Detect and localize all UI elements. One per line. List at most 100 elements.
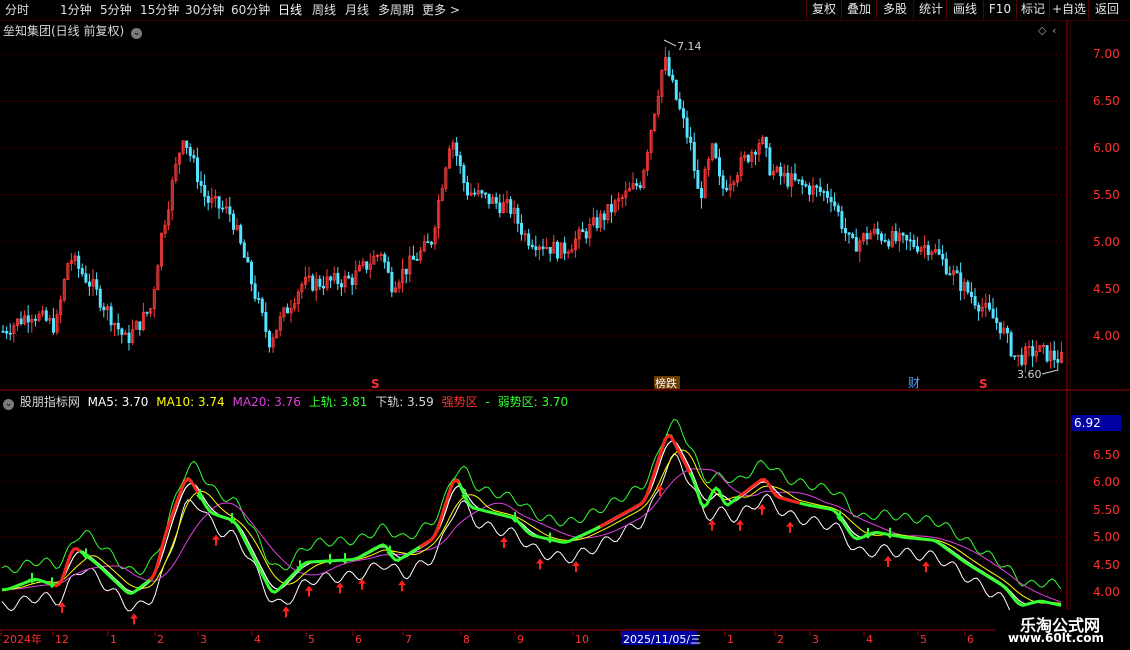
candle-body (556, 241, 560, 259)
candle-body (847, 232, 851, 235)
buy-arrow-icon (736, 519, 744, 531)
date-axis: 2024年 12 1 2 3 4 5 6 7 8 9 10 2025/11/05/三 1 2 3 4 5 6 (0, 631, 974, 646)
candle-body (876, 228, 880, 235)
candle-body (465, 182, 469, 196)
candle-body (563, 242, 567, 254)
candle-body (116, 322, 120, 330)
date-label: 12 (55, 633, 69, 646)
candle-body (887, 240, 891, 247)
candle-body (415, 259, 419, 261)
chevron-down-icon[interactable]: ⌄ (3, 399, 14, 410)
candle-body (635, 183, 639, 186)
candle-body (944, 258, 948, 275)
buy-arrow-icon (282, 606, 290, 618)
candle-body (1045, 345, 1049, 362)
candle-body (584, 231, 588, 239)
candle-body (188, 147, 192, 156)
candle-body (995, 317, 999, 324)
buy-arrow-icon (922, 561, 930, 573)
candle-body (350, 277, 354, 285)
lower-band-value: 下轨: 3.59 (375, 395, 434, 409)
upper-band-line (1, 418, 1062, 590)
buy-arrow-icon (572, 561, 580, 573)
candle-body (260, 298, 264, 313)
candle-body (700, 188, 704, 199)
main-grid (0, 53, 1067, 337)
chevron-left-icon[interactable]: ‹ (1052, 24, 1056, 37)
candle-body (206, 195, 210, 203)
candle-body (34, 318, 38, 321)
date-label: 6 (355, 633, 362, 646)
price-tick: 4.50 (1093, 282, 1120, 296)
candle-body (487, 193, 491, 204)
candle-body (44, 310, 48, 321)
strong-zone-line (148, 477, 200, 581)
indicator-lines (1, 418, 1062, 627)
candle-body (192, 155, 196, 159)
candle-body (455, 142, 459, 157)
candle-body (851, 233, 855, 238)
candle-body (610, 204, 614, 213)
chevron-down-icon[interactable]: ⌄ (131, 28, 143, 39)
date-label: 2024年 (3, 632, 42, 646)
candle-body (473, 192, 477, 195)
price-tick: 7.00 (1093, 47, 1120, 61)
candle-body (267, 331, 271, 348)
candle-body (941, 253, 945, 260)
candle-body (339, 283, 343, 288)
current-value: 6.92 (1074, 416, 1101, 430)
candle-body (462, 165, 466, 184)
candle-body (516, 207, 520, 224)
candle-body (988, 302, 992, 310)
chart-canvas[interactable]: 7.00 6.50 6.00 5.50 5.00 4.50 4.00 6.92 … (0, 0, 1130, 650)
ind-tick: 6.00 (1093, 475, 1120, 489)
diamond-icon[interactable]: ◇ (1038, 24, 1047, 37)
candle-body (494, 197, 498, 204)
strong-zone-line (599, 433, 692, 528)
ma5-value: MA5: 3.70 (87, 395, 149, 409)
price-tick: 5.50 (1093, 188, 1120, 202)
candle-body (674, 79, 678, 100)
separator: - (485, 395, 490, 409)
date-label: 4 (866, 633, 873, 646)
candle-body (383, 254, 387, 263)
date-label: 5 (308, 633, 315, 646)
candle-body (966, 281, 970, 293)
candle-body (120, 328, 124, 335)
candle-body (253, 283, 257, 299)
price-tick: 6.00 (1093, 141, 1120, 155)
candle-body (746, 154, 750, 162)
indicator-name[interactable]: 股朋指标网 (20, 395, 80, 409)
date-label: 3 (812, 633, 819, 646)
date-label: 7 (405, 633, 412, 646)
candle-body (84, 273, 88, 283)
candle-body (285, 307, 289, 314)
signal-arrows (28, 484, 930, 625)
candle-body (822, 191, 826, 193)
date-label: 2 (777, 633, 784, 646)
indicator-grid (0, 454, 1067, 593)
candle-body (880, 233, 884, 241)
candle-body (865, 233, 869, 240)
candle-body (19, 318, 23, 325)
candle-body (199, 181, 203, 186)
candle-body (390, 271, 394, 293)
candle-body (365, 261, 369, 270)
ma5-line (1, 440, 1062, 606)
candle-body (671, 74, 675, 81)
candle-body (682, 108, 686, 119)
candle-body (8, 332, 12, 335)
price-tick: 4.00 (1093, 329, 1120, 343)
low-price-label: 3.60 (1017, 368, 1042, 381)
buy-arrow-icon (130, 613, 138, 625)
candle-body (955, 270, 959, 274)
frame (0, 20, 1130, 650)
chart-title: 垒知集团(日线 前复权) ⌄ (3, 22, 143, 39)
date-label: 10 (575, 633, 589, 646)
candle-body (800, 179, 804, 186)
candle-body (102, 306, 106, 311)
candle-body (321, 285, 325, 289)
candle-body (483, 192, 487, 195)
date-label: 3 (200, 633, 207, 646)
candle-body (916, 246, 920, 252)
